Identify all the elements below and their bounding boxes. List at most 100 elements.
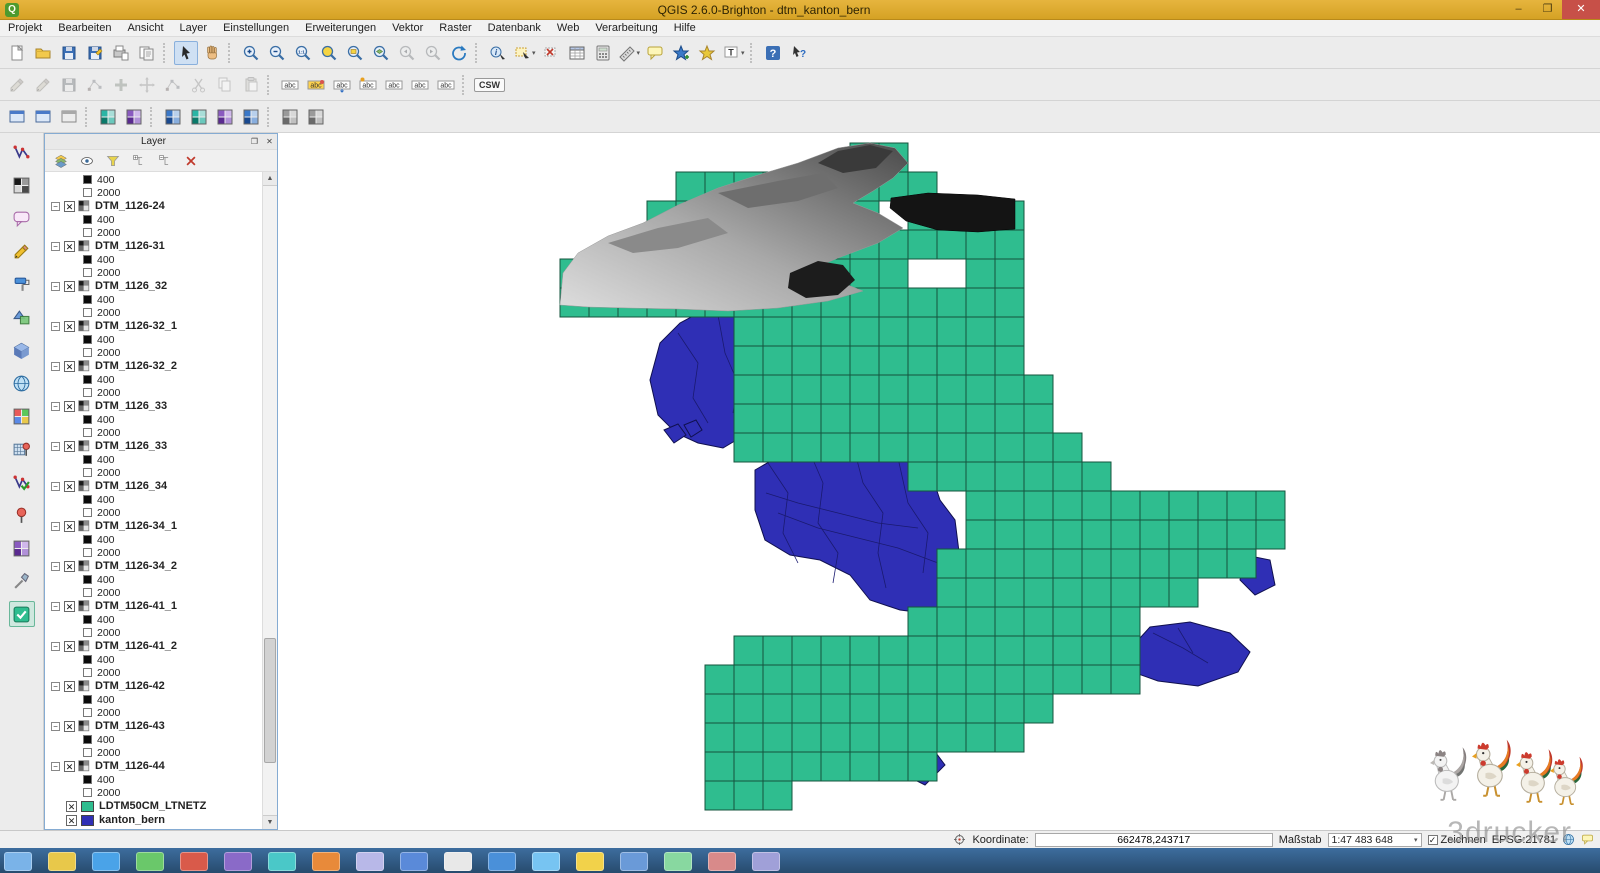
coordinate-capture-icon[interactable] (953, 833, 966, 846)
collapse-icon[interactable]: − (51, 521, 60, 531)
add-wfs-layer-button[interactable] (9, 403, 35, 429)
add-delimited-text-layer-button[interactable] (9, 436, 35, 462)
collapse-icon[interactable]: − (51, 761, 60, 771)
show-bookmarks-button[interactable] (695, 41, 719, 65)
offline-editing-sync-button[interactable] (122, 105, 146, 129)
taskbar-app-icon[interactable] (620, 852, 648, 871)
add-raster-layer-button[interactable] (9, 172, 35, 198)
zoom-layer-button[interactable] (369, 41, 393, 65)
menu-verarbeitung[interactable]: Verarbeitung (587, 21, 665, 35)
field-calculator-button[interactable] (591, 41, 615, 65)
deselect-features-button[interactable] (539, 41, 563, 65)
text-annotation-button[interactable]: T ▾ (721, 41, 746, 65)
layer-checkbox[interactable]: ✕ (64, 480, 75, 492)
filter-legend-button[interactable] (103, 152, 123, 170)
new-spatialite-layer-button[interactable] (9, 502, 35, 528)
taskbar-app-icon[interactable] (400, 852, 428, 871)
label-highlight-button[interactable]: abc (304, 73, 328, 97)
taskbar-app-icon[interactable] (532, 852, 560, 871)
collapse-icon[interactable]: − (51, 401, 60, 411)
db-tool-1-button[interactable] (161, 105, 185, 129)
taskbar-app-icon[interactable] (268, 852, 296, 871)
taskbar-app-icon[interactable] (576, 852, 604, 871)
layer-checkbox[interactable]: ✕ (64, 720, 75, 732)
collapse-icon[interactable]: − (51, 201, 60, 211)
pan-map-button[interactable] (200, 41, 224, 65)
add-oracle-layer-button[interactable] (9, 304, 35, 330)
coordinate-input[interactable] (1034, 832, 1273, 847)
browser-window-button[interactable] (31, 105, 55, 129)
collapse-all-button[interactable] (155, 152, 175, 170)
taskbar-app-icon[interactable] (356, 852, 384, 871)
layer-tree-item[interactable]: − ✕ DTM_1126-34_1 (45, 519, 262, 533)
collapse-icon[interactable]: − (51, 241, 60, 251)
layer-tree-item[interactable]: − ✕ DTM_1126_32 (45, 279, 262, 293)
offline-editing-convert-button[interactable] (96, 105, 120, 129)
collapse-icon[interactable]: − (51, 281, 60, 291)
add-vector-layer-button[interactable] (9, 139, 35, 165)
collapse-icon[interactable]: − (51, 721, 60, 731)
taskbar-app-icon[interactable] (488, 852, 516, 871)
layer-tree-item[interactable]: − ✕ DTM_1126-32_1 (45, 319, 262, 333)
add-mssql-layer-button[interactable] (9, 271, 35, 297)
layer-checkbox[interactable]: ✕ (64, 640, 75, 652)
open-project-button[interactable] (31, 41, 55, 65)
maximize-button[interactable]: ❐ (1533, 0, 1562, 19)
layer-tree-item[interactable]: − ✕ DTM_1126_34 (45, 479, 262, 493)
save-layer-edits-button[interactable] (57, 73, 81, 97)
paste-features-button[interactable] (239, 73, 263, 97)
layer-checkbox[interactable]: ✕ (64, 400, 75, 412)
overview-window-button[interactable] (57, 105, 81, 129)
menu-erweiterungen[interactable]: Erweiterungen (297, 21, 384, 35)
touch-zoom-pan-button[interactable] (174, 40, 198, 65)
layer-tree-item[interactable]: − ✕ DTM_1126-32_2 (45, 359, 262, 373)
delete-selected-button[interactable] (161, 73, 185, 97)
scrollbar-thumb[interactable] (264, 638, 276, 764)
collapse-icon[interactable]: − (51, 681, 60, 691)
layer-tree-item[interactable]: − ✕ DTM_1126-43 (45, 719, 262, 733)
db-tool-3-button[interactable] (213, 105, 237, 129)
taskbar-app-icon[interactable] (4, 852, 32, 871)
composer-manager-button[interactable] (135, 41, 159, 65)
layer-tree-scrollbar[interactable]: ▲ ▼ (262, 172, 277, 829)
zoom-last-button[interactable] (395, 41, 419, 65)
new-bookmark-button[interactable] (669, 41, 693, 65)
layer-checkbox[interactable]: ✕ (64, 200, 75, 212)
taskbar-app-icon[interactable] (92, 852, 120, 871)
taskbar-app-icon[interactable] (752, 852, 780, 871)
label-pin-button[interactable]: abc (356, 73, 380, 97)
panel-close-button[interactable]: ✕ (262, 135, 277, 148)
render-checkbox[interactable]: ✓ Zeichnen (1427, 834, 1486, 846)
map-render[interactable] (278, 133, 1598, 830)
layer-checkbox[interactable]: ✕ (64, 440, 75, 452)
add-wcs-layer-button[interactable] (9, 370, 35, 396)
add-wms-layer-button[interactable] (9, 337, 35, 363)
menu-einstellungen[interactable]: Einstellungen (215, 21, 297, 35)
zoom-selection-button[interactable] (343, 41, 367, 65)
menu-web[interactable]: Web (549, 21, 587, 35)
taskbar-app-icon[interactable] (136, 852, 164, 871)
collapse-icon[interactable]: − (51, 361, 60, 371)
taskbar-app-icon[interactable] (224, 852, 252, 871)
move-feature-button[interactable] (135, 73, 159, 97)
layer-tree-item[interactable]: − ✕ DTM_1126-31 (45, 239, 262, 253)
node-tool-button[interactable] (83, 73, 107, 97)
layer-tree-item[interactable]: − ✕ DTM_1126-41_2 (45, 639, 262, 653)
layer-checkbox[interactable]: ✕ (64, 560, 75, 572)
menu-layer[interactable]: Layer (172, 21, 216, 35)
current-edits-button[interactable] (5, 73, 29, 97)
new-print-composer-button[interactable] (109, 41, 133, 65)
save-project-button[interactable] (57, 41, 81, 65)
crs-status-button[interactable]: EPSG:21781 (1492, 834, 1556, 846)
minimize-button[interactable]: – (1504, 0, 1533, 19)
scroll-up-arrow[interactable]: ▲ (263, 172, 277, 186)
add-csw-layer-button[interactable] (9, 535, 35, 561)
new-project-button[interactable] (5, 41, 29, 65)
layer-tree-item[interactable]: − ✕ DTM_1126-44 (45, 759, 262, 773)
messages-icon[interactable] (1581, 833, 1594, 846)
whats-this-button[interactable]: ? (787, 41, 811, 65)
zoom-out-button[interactable] (265, 41, 289, 65)
layer-checkbox[interactable]: ✕ (64, 760, 75, 772)
csw-button[interactable]: CSW (473, 73, 506, 97)
topology-checker-button[interactable] (278, 105, 302, 129)
